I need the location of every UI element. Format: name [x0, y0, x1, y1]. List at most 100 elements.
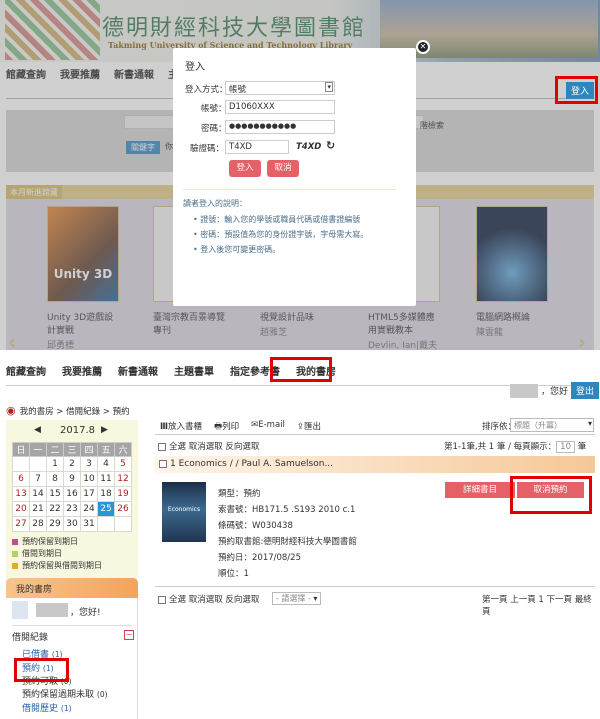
chevron-down-icon: ▾	[587, 419, 592, 428]
email-button[interactable]: ✉E-mail	[251, 420, 285, 435]
chevron-down-icon: ▾	[325, 82, 333, 92]
paging-info: 第1-1筆,共 1 筆 / 每頁顯示： 10 筆	[444, 441, 587, 453]
calendar-day[interactable]: 27	[12, 516, 30, 532]
nav-new-books[interactable]: 新書通報	[118, 363, 158, 378]
collapse-icon[interactable]: −	[124, 630, 134, 640]
calendar-day[interactable]: 11	[97, 471, 115, 487]
calendar-day[interactable]: 16	[63, 486, 81, 502]
help-item: • 密碼：預設值為您的身份證字號，字母需大寫。	[193, 230, 369, 239]
add-to-shelf-button[interactable]: Ⅲ放入書櫃	[160, 420, 202, 435]
redacted-name	[510, 383, 538, 398]
my-library-screenshot: 館藏查詢 我要推薦 新書通報 主題書單 指定參考書 我的書房 ，您好 登出 ◉ 我的…	[0, 352, 600, 719]
close-icon[interactable]: ✕	[416, 40, 430, 54]
login-screenshot: 德明財經科技大學圖書館 Takming University of Scienc…	[0, 0, 600, 350]
legend-item: 預約保留到期日	[12, 536, 78, 547]
calendar-day[interactable]: 7	[29, 471, 47, 487]
chevron-down-icon: ▾	[313, 594, 318, 603]
export-button[interactable]: ⇪匯出	[297, 420, 321, 435]
captcha-input[interactable]: T4XD	[225, 140, 289, 154]
nav-recommend[interactable]: 我要推薦	[62, 363, 102, 378]
calendar-day[interactable]: 18	[97, 486, 115, 502]
calendar-day[interactable]: 12	[114, 471, 132, 487]
detail-button[interactable]: 詳細書目	[445, 482, 515, 498]
password-input[interactable]: ●●●●●●●●●●●	[225, 120, 335, 134]
calendar-day[interactable]: 4	[97, 456, 115, 472]
refresh-icon[interactable]: ↻	[326, 139, 335, 152]
sort-select[interactable]: 標題（升冪） ▾	[510, 418, 594, 432]
item-checkbox[interactable]	[159, 459, 167, 468]
my-library-header: 我的書房	[6, 578, 138, 598]
user-greeting: ，您好!	[70, 608, 101, 618]
calendar-day[interactable]: 29	[46, 516, 64, 532]
modal-cancel-button[interactable]: 取消	[267, 160, 299, 177]
login-method-select[interactable]: 帳號 ▾	[225, 81, 335, 95]
calendar-day[interactable]: 25	[97, 501, 115, 517]
calendar-day[interactable]: 14	[29, 486, 47, 502]
calendar-day[interactable]: 23	[63, 501, 81, 517]
calendar-day[interactable]: 3	[80, 456, 98, 472]
pager[interactable]: 第一頁 上一頁 1 下一頁 最終頁	[482, 593, 600, 617]
calendar-day[interactable]: 2	[63, 456, 81, 472]
calendar-day[interactable]: 1	[46, 456, 64, 472]
modal-divider	[183, 189, 396, 190]
breadcrumb: ◉ 我的書房 > 借閱紀錄 > 預約	[6, 404, 130, 417]
item-title[interactable]: 1 Economics / / Paul A. Samuelson...	[170, 459, 333, 469]
calendar-day[interactable]: 17	[80, 486, 98, 502]
password-label: 密碼：	[201, 124, 227, 134]
weekday-header: 三	[63, 442, 81, 457]
shelf-icon: Ⅲ	[160, 422, 169, 432]
captcha-label: 驗證碼：	[190, 144, 225, 154]
nav-topics[interactable]: 主題書單	[174, 363, 214, 378]
per-page-select[interactable]: 10	[556, 441, 575, 453]
logout-button[interactable]: 登出	[571, 382, 600, 399]
modal-login-button[interactable]: 登入	[229, 160, 261, 177]
select-all-checkbox	[158, 595, 166, 604]
nav-collection[interactable]: 館藏查詢	[6, 363, 46, 378]
weekday-header: 一	[29, 442, 47, 457]
highlight-box	[14, 658, 69, 682]
help-title: 讀者登入的說明：	[183, 199, 247, 208]
toolbar: Ⅲ放入書櫃 🖶列印 ✉E-mail ⇪匯出	[160, 420, 321, 435]
link-expired-holds[interactable]: 預約保留過期未取 (0)	[22, 687, 108, 700]
calendar-day[interactable]: 24	[80, 501, 98, 517]
legend-item: 借閱到期日	[12, 548, 62, 559]
book-cover: Economics	[162, 482, 206, 542]
calendar-day[interactable]: 30	[63, 516, 81, 532]
calendar-day[interactable]: 20	[12, 501, 30, 517]
section-borrow-records[interactable]: 借閱紀錄	[12, 630, 48, 643]
select-controls-bottom[interactable]: 全選 取消選取 反向選取	[158, 593, 259, 605]
avatar	[12, 601, 28, 619]
calendar-day[interactable]: 6	[12, 471, 30, 487]
method-label: 登入方式：	[185, 85, 228, 95]
captcha-image: T4XD	[296, 142, 322, 152]
calendar-day[interactable]: 8	[46, 471, 64, 487]
pin-icon: ◉	[6, 404, 16, 417]
bulk-action-select[interactable]: - 請選擇 - ▾	[272, 592, 322, 605]
calendar-grid: 日一二三四五六 1 2 3 4 5 6 7 8 9 10 11 12 13 14 15 16 17 18 19 20 21…	[12, 442, 132, 532]
calendar-day[interactable]: 13	[12, 486, 30, 502]
calendar-day[interactable]: 26	[114, 501, 132, 517]
account-input[interactable]: D1060XXX	[225, 100, 335, 114]
print-button[interactable]: 🖶列印	[214, 420, 239, 435]
select-controls[interactable]: 全選 取消選取 反向選取	[158, 440, 259, 452]
printer-icon: 🖶	[214, 422, 223, 432]
calendar-day[interactable]: 28	[29, 516, 47, 532]
weekday-header: 六	[114, 442, 132, 457]
link-history[interactable]: 借閱歷史 (1)	[22, 701, 72, 714]
weekday-header: 五	[97, 442, 115, 457]
calendar-day[interactable]: 10	[80, 471, 98, 487]
calendar-day[interactable]: 22	[46, 501, 64, 517]
calendar-day	[29, 456, 47, 472]
calendar-day[interactable]: 31	[80, 516, 98, 532]
calendar-day[interactable]: 5	[114, 456, 132, 472]
divider	[155, 434, 595, 435]
select-all-checkbox	[158, 442, 166, 451]
calendar-day	[114, 516, 132, 532]
user-greeting: ，您好 登出	[510, 382, 600, 399]
calendar-day[interactable]: 21	[29, 501, 47, 517]
calendar-day[interactable]: 15	[46, 486, 64, 502]
prev-month-icon[interactable]: ◀	[34, 425, 41, 435]
calendar-day[interactable]: 9	[63, 471, 81, 487]
next-month-icon[interactable]: ▶	[101, 425, 108, 435]
calendar-day[interactable]: 19	[114, 486, 132, 502]
